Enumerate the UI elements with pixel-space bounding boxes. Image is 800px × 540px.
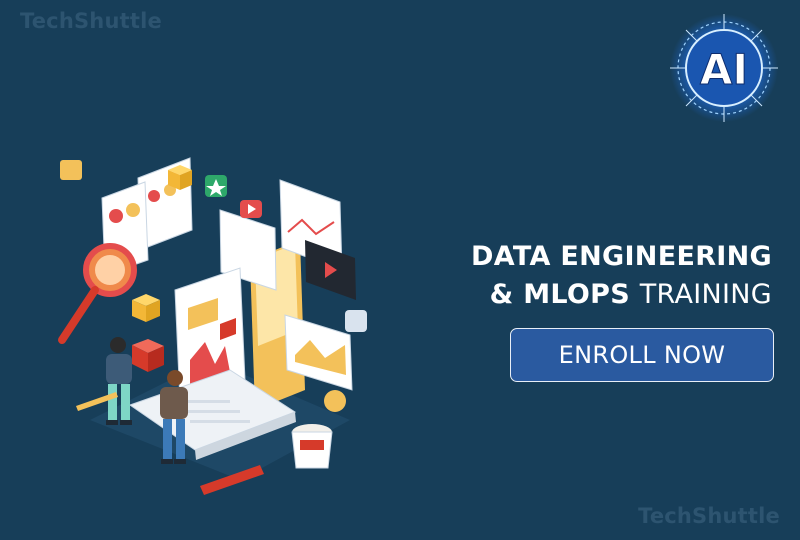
headline-line-2-light: TRAINING [639, 279, 772, 310]
headline: DATA ENGINEERING & MLOPS TRAINING [471, 238, 772, 314]
headline-line-2: & MLOPS TRAINING [471, 276, 772, 314]
ai-badge-text: AI [700, 45, 748, 94]
enroll-now-button[interactable]: ENROLL NOW [510, 328, 774, 382]
data-dashboard-illustration [58, 157, 367, 495]
headline-line-1: DATA ENGINEERING [471, 241, 772, 272]
headline-line-2-bold: & MLOPS [489, 279, 631, 310]
brand-watermark-bottom: TechShuttle [638, 504, 780, 528]
ad-banner: TechShuttle AI DATA ENGINEERING & MLOPS … [0, 0, 800, 540]
brand-watermark-top: TechShuttle [20, 9, 162, 33]
ai-chip-icon: AI [670, 14, 778, 122]
